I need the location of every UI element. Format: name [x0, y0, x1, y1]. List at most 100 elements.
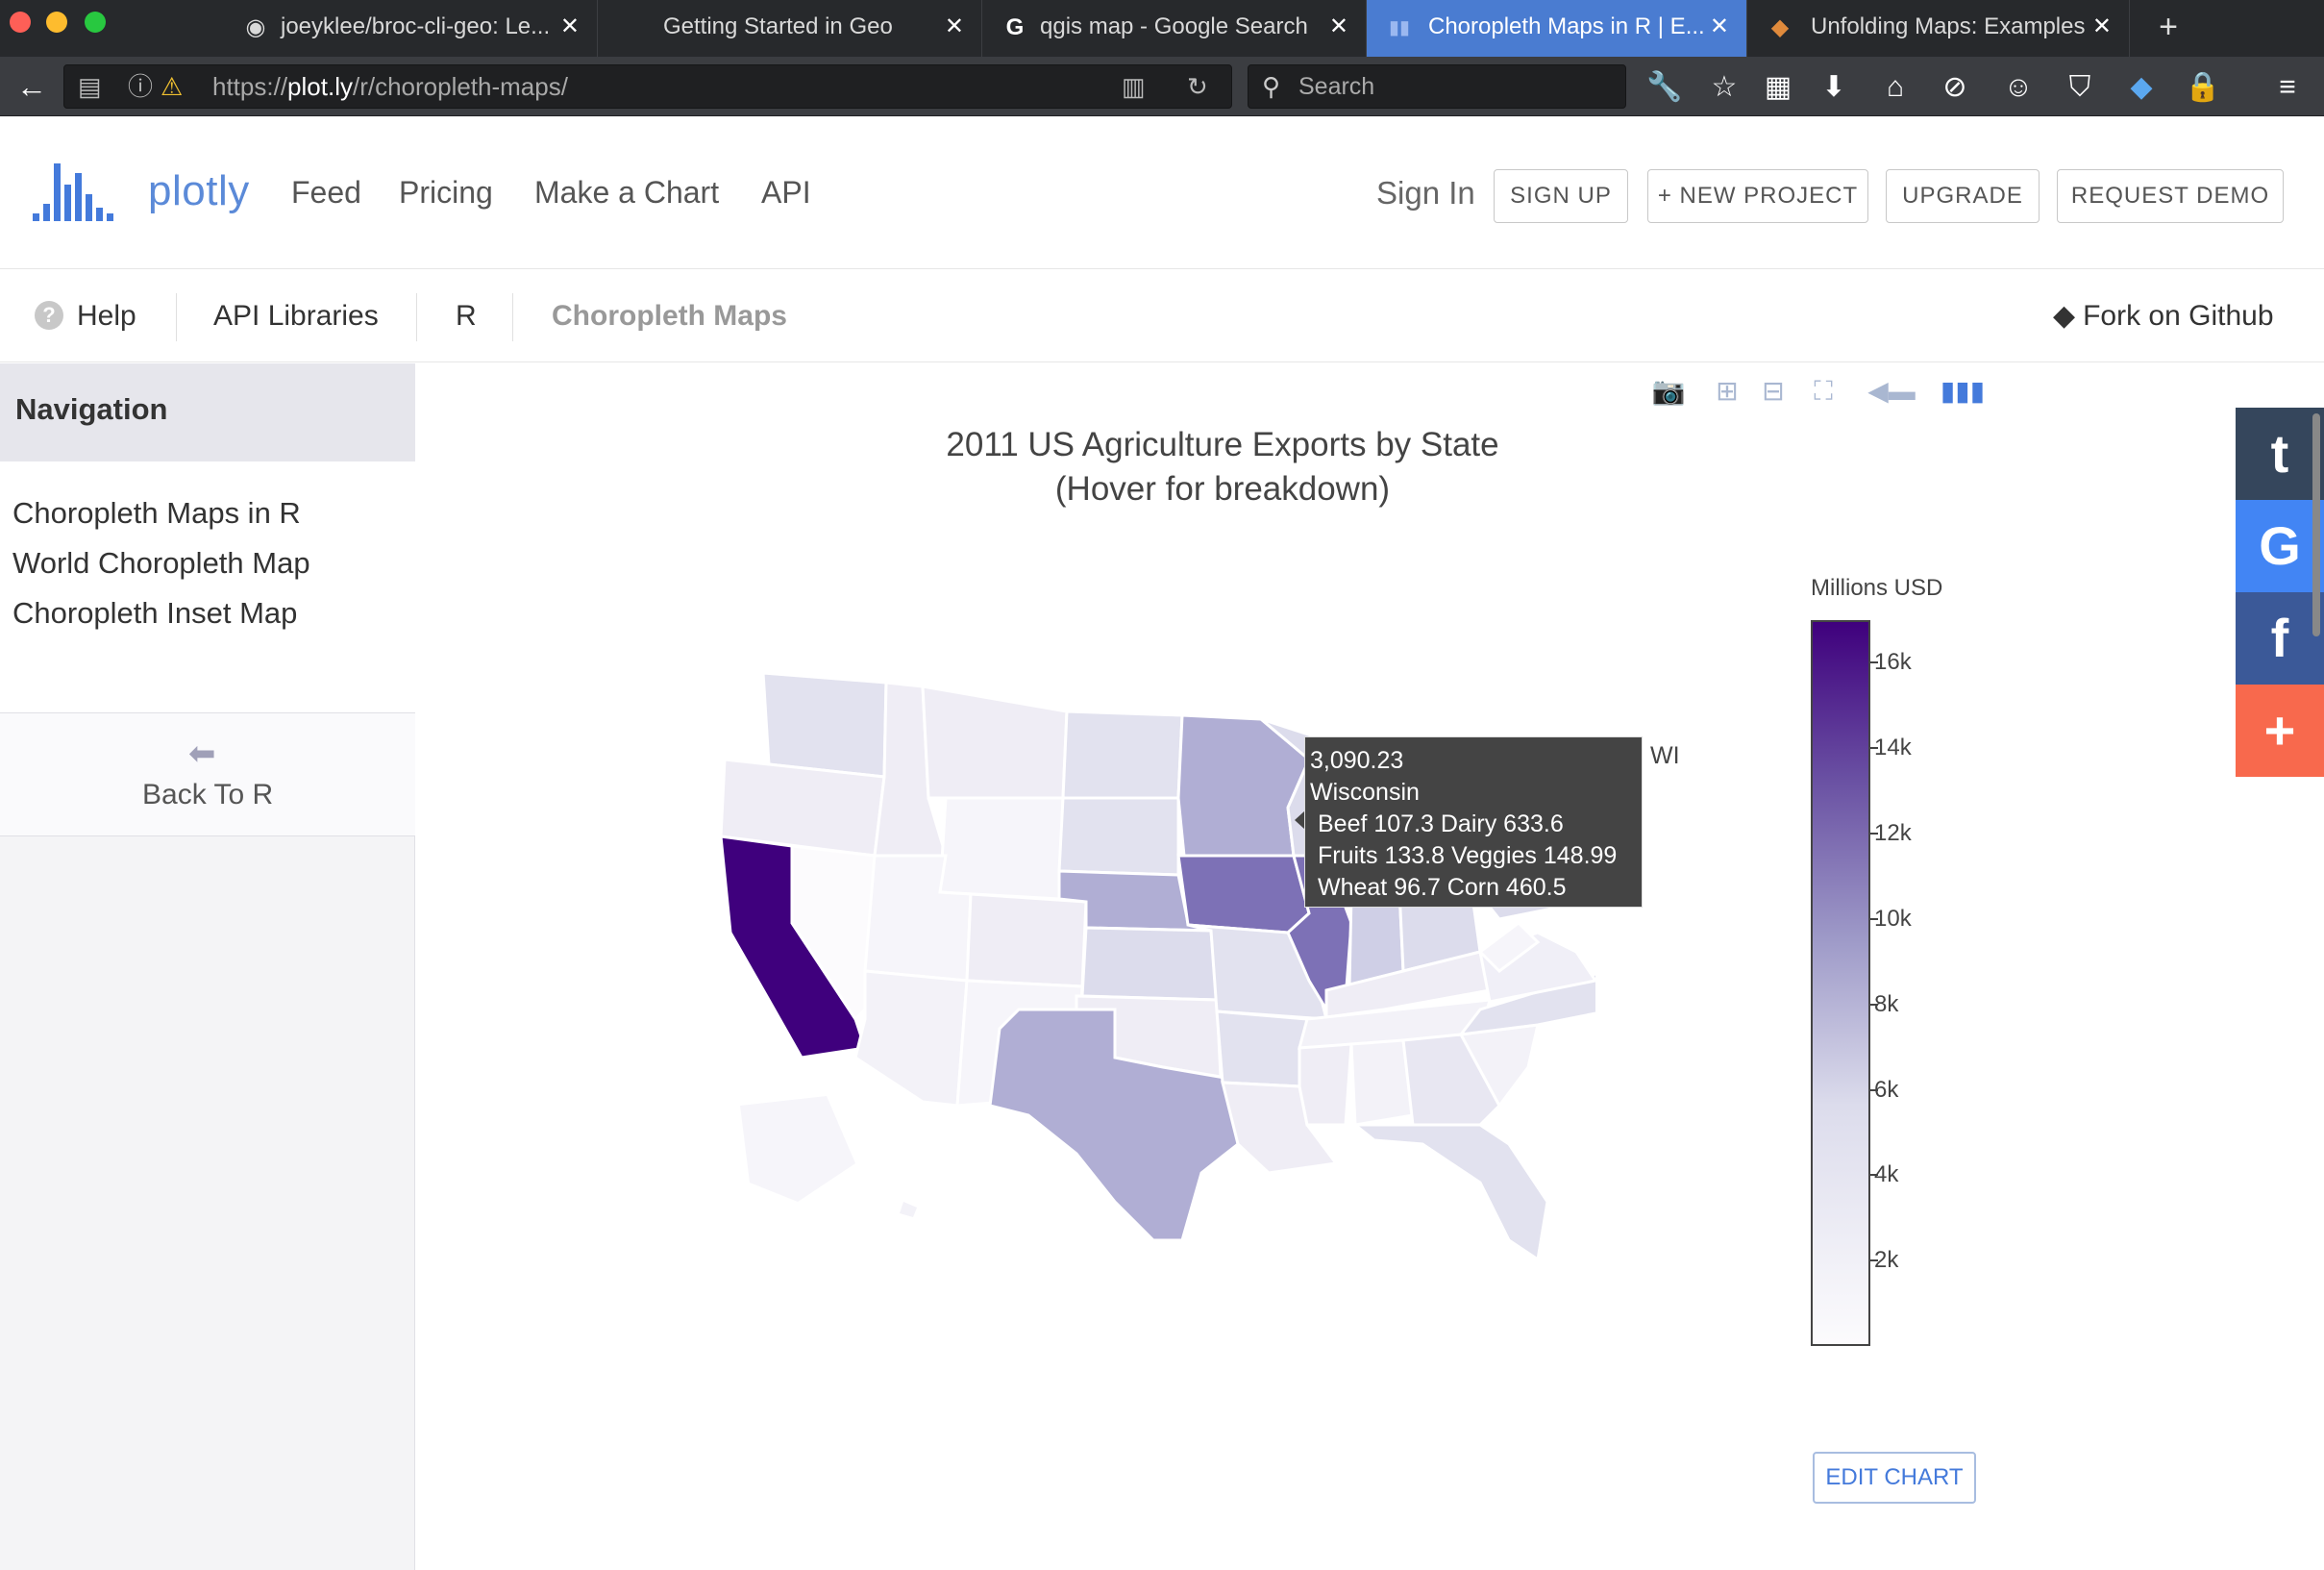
bookmark-star-icon[interactable]: ☆: [1705, 70, 1743, 105]
info-icon[interactable]: ⓘ: [128, 65, 153, 108]
close-window-button[interactable]: [10, 12, 31, 33]
unfolding-icon: ◆: [1770, 14, 1790, 40]
privacy-icon[interactable]: ⊘: [1936, 70, 1974, 105]
state-wa: [761, 671, 888, 779]
chart-title-main: 2011 US Agriculture Exports by State: [946, 426, 1499, 463]
tumblr-share-button[interactable]: t: [2236, 408, 2324, 500]
edit-chart-button[interactable]: EDIT CHART: [1813, 1452, 1976, 1504]
nav-link-make-a-chart[interactable]: Make a Chart: [534, 175, 719, 211]
new-project-button[interactable]: + NEW PROJECT: [1647, 169, 1868, 223]
colorbar-tick-label: 6k: [1874, 1076, 1899, 1103]
plotly-logo-icon[interactable]: ▮▮▮: [1938, 375, 1988, 408]
tooltip-state: Wisconsin: [1310, 779, 1420, 806]
divider: [512, 293, 513, 341]
state-nd: [1061, 710, 1184, 800]
sidebar-toggle-icon[interactable]: ▤: [78, 65, 102, 108]
colorbar-title: Millions USD: [1811, 575, 1943, 601]
tab-title: Unfolding Maps: Examples: [1811, 13, 2086, 39]
close-icon[interactable]: ✕: [2092, 0, 2112, 54]
hamburger-menu-icon[interactable]: ≡: [2268, 70, 2307, 105]
back-arrow-icon[interactable]: ←: [12, 67, 52, 106]
browser-tab[interactable]: G qgis map - Google Search ✕: [982, 0, 1367, 57]
tooltip-line: Wheat 96.7 Corn 460.5: [1318, 874, 1567, 901]
tab-title: joeyklee/broc-cli-geo: Le...: [281, 13, 551, 39]
chart-title: 2011 US Agriculture Exports by State (Ho…: [838, 423, 1607, 511]
nav-link-feed[interactable]: Feed: [291, 175, 361, 211]
url-text[interactable]: https://plot.ly/r/choropleth-maps/: [212, 65, 568, 108]
close-icon[interactable]: ✕: [1710, 0, 1729, 54]
breadcrumb-r[interactable]: R: [456, 270, 477, 362]
fork-on-github-link[interactable]: ◆ Fork on Github: [2053, 270, 2274, 362]
download-icon[interactable]: ⬇: [1815, 70, 1853, 105]
browser-tab[interactable]: ◉ joeyklee/broc-cli-geo: Le... ✕: [223, 0, 598, 57]
close-icon[interactable]: ✕: [945, 0, 964, 54]
colorbar-tick-label: 16k: [1874, 649, 1912, 676]
tab-title: Choropleth Maps in R | E...: [1428, 13, 1705, 39]
request-demo-button[interactable]: REQUEST DEMO: [2057, 169, 2284, 223]
question-icon: ?: [35, 301, 63, 330]
nav-link-api[interactable]: API: [761, 175, 811, 211]
state-sd: [1057, 796, 1180, 877]
bookmarks-list-icon[interactable]: ▦: [1759, 70, 1797, 105]
zoom-in-icon[interactable]: ⊞: [1711, 375, 1743, 408]
lock-icon[interactable]: 🔒: [2184, 70, 2222, 105]
addthis-share-button[interactable]: +: [2236, 685, 2324, 777]
state-ar: [1215, 1009, 1309, 1088]
plotly-logo-icon[interactable]: [33, 160, 125, 221]
divider: [416, 293, 417, 341]
url-bar[interactable]: ▤ ⓘ ⚠ https://plot.ly/r/choropleth-maps/…: [63, 64, 1232, 109]
github-icon: ◉: [245, 14, 266, 40]
git-diamond-icon: ◆: [2053, 300, 2076, 332]
new-tab-button[interactable]: +: [2149, 0, 2188, 57]
tab-title: qgis map - Google Search: [1040, 13, 1308, 39]
sidebar-item-choropleth-maps-in-r[interactable]: Choropleth Maps in R: [12, 496, 301, 531]
sign-up-button[interactable]: SIGN UP: [1494, 169, 1628, 223]
minimize-window-button[interactable]: [46, 12, 67, 33]
pocket-icon[interactable]: ⛉: [2061, 70, 2099, 105]
colorbar-tick-label: 8k: [1874, 990, 1899, 1017]
state-mt: [921, 685, 1069, 800]
back-to-r-label: Back To R: [142, 779, 274, 810]
browser-tab[interactable]: ◆ Unfolding Maps: Examples ✕: [1747, 0, 2130, 57]
back-to-r-link[interactable]: ⬅ Back To R: [0, 713, 415, 836]
home-icon[interactable]: ⌂: [1876, 70, 1915, 105]
reload-icon[interactable]: ↻: [1187, 65, 1208, 108]
reset-view-icon[interactable]: ⛶: [1805, 375, 1842, 408]
reader-view-icon[interactable]: ▥: [1122, 65, 1146, 108]
logo-text[interactable]: plotly: [148, 167, 250, 215]
zoom-out-icon[interactable]: ⊟: [1757, 375, 1790, 408]
scrollbar[interactable]: [2312, 413, 2320, 636]
hover-label-icon[interactable]: ◀▬: [1865, 375, 1918, 408]
google-icon: G: [1005, 14, 1025, 40]
help-link[interactable]: ? Help: [35, 270, 136, 362]
camera-icon[interactable]: 📷: [1649, 375, 1688, 408]
facebook-share-button[interactable]: f: [2236, 592, 2324, 685]
sign-in-link[interactable]: Sign In: [1376, 175, 1475, 212]
sidebar-item-choropleth-inset-map[interactable]: Choropleth Inset Map: [12, 596, 297, 631]
close-icon[interactable]: ✕: [1329, 0, 1348, 54]
browser-tab-active[interactable]: ▮▮ Choropleth Maps in R | E... ✕: [1367, 0, 1747, 57]
hover-tooltip: 3,090.23 Wisconsin Beef 107.3 Dairy 633.…: [1304, 736, 1643, 908]
browser-tab[interactable]: Getting Started in Geo ✕: [598, 0, 982, 57]
tab-title: Getting Started in Geo: [663, 13, 893, 39]
state-hi: [900, 1202, 917, 1217]
sidebar-item-world-choropleth-map[interactable]: World Choropleth Map: [12, 546, 310, 581]
facebook-icon: f: [2270, 608, 2289, 668]
upgrade-button[interactable]: UPGRADE: [1886, 169, 2040, 223]
search-input[interactable]: ⚲ Search: [1248, 64, 1626, 109]
wrench-icon[interactable]: 🔧: [1645, 70, 1684, 105]
divider: [176, 293, 177, 341]
arrow-left-icon: ⬅: [188, 735, 216, 772]
close-icon[interactable]: ✕: [560, 0, 580, 54]
emoji-icon[interactable]: ☺: [1999, 70, 2038, 105]
state-ms: [1298, 1042, 1353, 1127]
nav-link-pricing[interactable]: Pricing: [399, 175, 493, 211]
chart-subtitle: (Hover for breakdown): [1054, 470, 1391, 508]
google-share-button[interactable]: G: [2236, 500, 2324, 592]
breadcrumb-api-libraries[interactable]: API Libraries: [213, 270, 379, 362]
search-icon: ⚲: [1262, 72, 1281, 101]
tooltip-line: Beef 107.3 Dairy 633.6: [1318, 810, 1564, 837]
diamond-icon[interactable]: ◆: [2122, 70, 2161, 105]
warning-lock-icon[interactable]: ⚠: [161, 65, 183, 108]
maximize-window-button[interactable]: [85, 12, 106, 33]
